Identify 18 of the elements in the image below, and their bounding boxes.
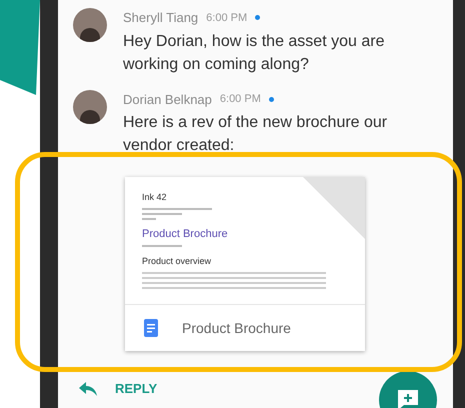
date-line [142, 245, 182, 247]
company-name: Ink 42 [142, 191, 168, 204]
sender-name: Dorian Belknap [123, 90, 212, 109]
add-comment-icon [398, 390, 418, 408]
pattern-drawing [303, 177, 365, 239]
file-name: Product Brochure [182, 318, 291, 338]
avatar [73, 90, 107, 124]
message-text: Here is a rev of the new brochure our vendor created: [123, 113, 388, 156]
attachment-card[interactable]: Ink 42 Product Brochure Product overview Product Brochure [125, 177, 365, 351]
document-title: Product Brochure [142, 226, 229, 242]
message-text: Hey Dorian, how is the asset you are working on coming along? [123, 32, 386, 74]
sender-name: Sheryll Tiang [123, 9, 198, 27]
reply-icon [79, 382, 97, 396]
avatar [73, 8, 107, 42]
message-time: 6:00 PM [206, 10, 248, 26]
section-heading: Product overview [142, 255, 212, 268]
document-icon [144, 319, 158, 337]
message-time: 6:00 PM [220, 92, 261, 107]
